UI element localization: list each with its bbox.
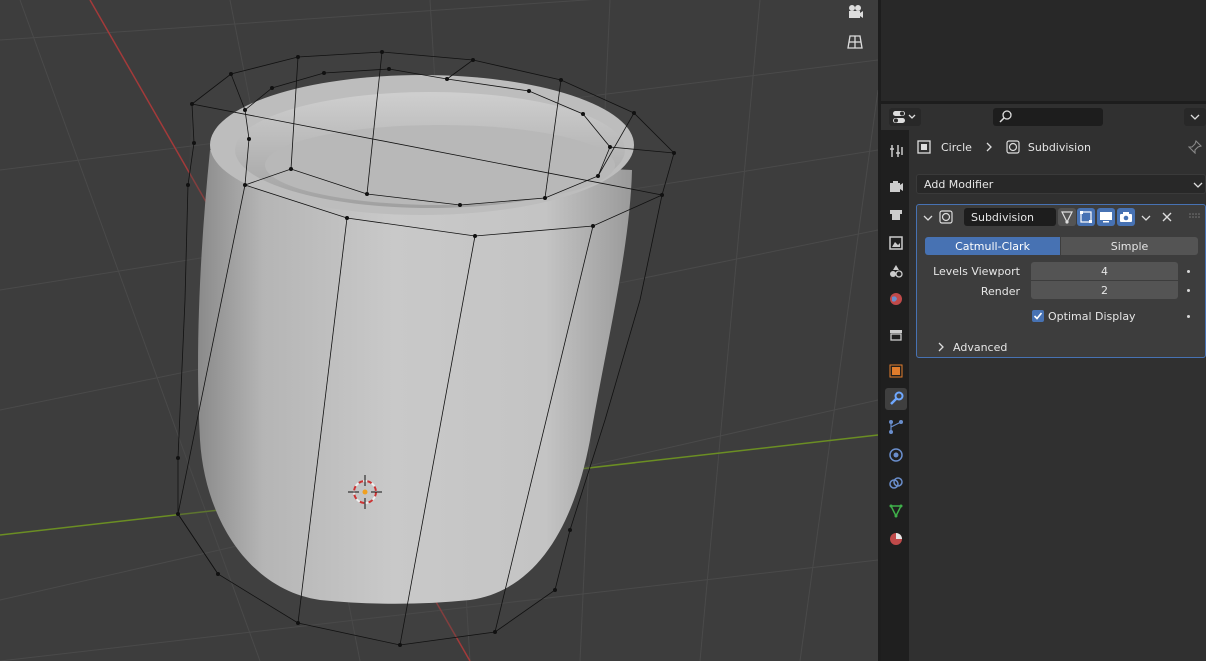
levels-viewport-value: 4 [1101,264,1108,278]
modifier-name: Subdivision [971,211,1035,224]
breadcrumb-modifier: Subdivision [1027,140,1091,154]
render-levels-value: 2 [1101,283,1108,297]
modifier-subdivision-icon [1006,140,1020,154]
data-icon [889,504,903,518]
output-icon [890,210,902,220]
breadcrumb: Circle Subdivision [917,138,1091,156]
search-input[interactable] [993,108,1103,126]
tab-catmull-clark[interactable]: Catmull-Clark [925,237,1060,255]
add-modifier-label: Add Modifier [924,177,994,191]
properties-header [881,104,1206,130]
modifier-name-field[interactable]: Subdivision [964,208,1056,226]
checkmark-icon [1033,312,1043,320]
world-icon [890,293,902,305]
chevron-down-icon [1193,182,1203,188]
3d-viewport[interactable] [0,0,878,661]
collapse-chevron-icon[interactable] [923,214,933,222]
modifier-icon [890,391,904,405]
render-toggle[interactable] [1117,208,1135,226]
physics-icon [889,448,903,462]
optimal-display-label: Optimal Display [1048,310,1136,323]
tab-world[interactable] [885,288,907,310]
particles-icon [889,420,903,434]
chevron-down-icon [1190,114,1200,120]
outliner-area[interactable] [881,0,1206,101]
chevron-down-icon[interactable] [1141,214,1151,222]
properties-panel: Circle Subdivision Add Modifier Subdivis… [909,130,1206,661]
render-levels-field[interactable]: 2 [1031,281,1178,299]
tab-data[interactable] [885,500,907,522]
options-dropdown[interactable] [1184,108,1206,126]
tab-constraints[interactable] [885,472,907,494]
object-icon [917,140,931,154]
properties-tabs [881,130,909,661]
drag-handle-icon[interactable] [1189,213,1201,221]
render-label: Render [980,285,1020,298]
search-icon [999,110,1012,123]
render-icon [890,181,903,192]
tool-icon [890,145,903,157]
edit-mode-toggle[interactable] [1058,208,1076,226]
grid-view-icon[interactable] [845,32,865,52]
object-icon [889,364,903,378]
pin-icon [1188,140,1202,154]
breadcrumb-object: Circle [941,140,972,154]
tab-tool[interactable] [885,140,907,162]
optimal-display-checkbox[interactable] [1032,310,1044,322]
pin-button[interactable] [1188,140,1202,154]
tab-scene[interactable] [885,260,907,282]
viewport-scene[interactable] [0,0,878,661]
tab-modifier[interactable] [885,388,907,410]
edit-mode-icon [1080,211,1092,223]
constraints-icon [889,477,903,489]
camera-icon[interactable] [845,2,865,22]
tab-material[interactable] [885,528,907,550]
scene-icon [890,265,903,278]
monitor-icon [1100,212,1112,223]
tab-particles[interactable] [885,416,907,438]
keyframe-dot[interactable] [1187,315,1190,318]
on-cage-icon [1061,211,1073,224]
keyframe-dot[interactable] [1187,289,1190,292]
camera-icon [1120,212,1132,222]
editor-type-icon [893,111,916,123]
view-layer-icon [889,236,903,250]
tab-collection[interactable] [885,324,907,346]
realtime-toggle[interactable] [1097,208,1115,226]
material-icon [890,533,902,545]
tab-simple[interactable]: Simple [1061,237,1198,255]
editor-type-button[interactable] [889,108,921,126]
tab-catmull-clark-label: Catmull-Clark [955,239,1030,253]
tab-render[interactable] [885,176,907,198]
advanced-subpanel-header[interactable]: Advanced [937,339,1007,355]
levels-viewport-label: Levels Viewport [933,265,1020,278]
subdivision-modifier-icon [939,210,953,224]
add-modifier-dropdown[interactable]: Add Modifier [916,174,1206,194]
levels-viewport-field[interactable]: 4 [1031,262,1178,280]
close-icon[interactable] [1162,212,1172,222]
chevron-right-icon [986,142,992,152]
modifier-panel: Subdivision Catmull-Clark Simple Levels … [916,204,1206,358]
advanced-label: Advanced [953,340,1008,354]
chevron-right-icon [938,342,944,352]
collection-icon [890,330,902,341]
tab-simple-label: Simple [1110,239,1149,253]
keyframe-dot[interactable] [1187,270,1190,273]
editmode-toggle[interactable] [1077,208,1095,226]
tab-view-layer[interactable] [885,232,907,254]
tab-output[interactable] [885,204,907,226]
tab-physics[interactable] [885,444,907,466]
tab-object[interactable] [885,360,907,382]
